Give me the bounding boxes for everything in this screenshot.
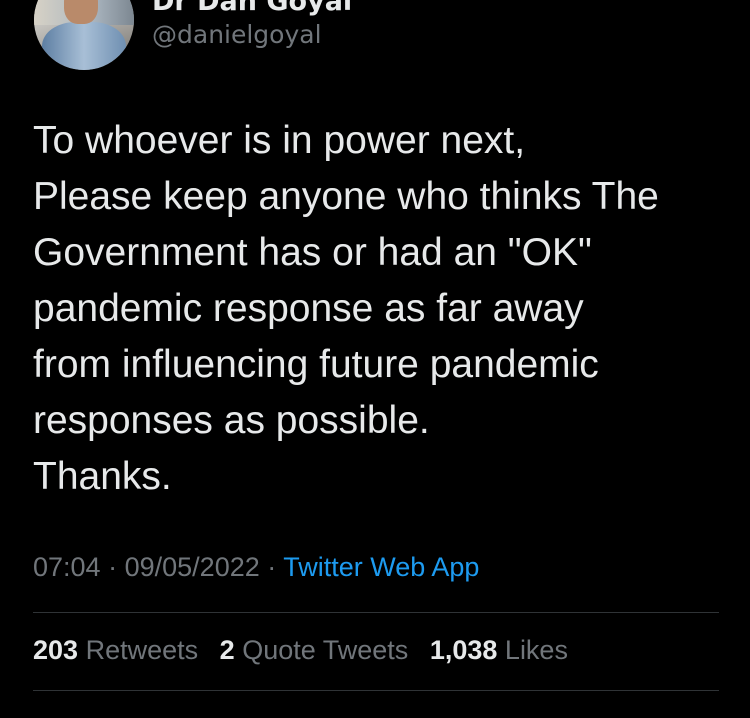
tweet-meta: 07:04 · 09/05/2022 · Twitter Web App — [33, 552, 479, 583]
tweet-line: Thanks. — [33, 455, 172, 498]
retweets-stat[interactable]: 203 Retweets — [33, 635, 198, 665]
tweet-stats: 203 Retweets 2 Quote Tweets 1,038 Likes — [33, 635, 582, 666]
tweet-text: To whoever is in power next, Please keep… — [33, 113, 723, 505]
meta-separator: · — [267, 552, 277, 582]
likes-label: Likes — [504, 635, 568, 665]
tweet-line: pandemic response as far away — [33, 287, 584, 330]
tweet-date[interactable]: 09/05/2022 — [125, 552, 260, 582]
quote-tweets-label: Quote Tweets — [242, 635, 409, 665]
meta-separator: · — [108, 552, 118, 582]
avatar-head — [64, 0, 98, 24]
quote-tweets-stat[interactable]: 2 Quote Tweets — [220, 635, 409, 665]
user-handle[interactable]: @danielgoyal — [152, 20, 322, 49]
display-name[interactable]: Dr Dan Goyal — [152, 0, 352, 17]
retweets-label: Retweets — [85, 635, 199, 665]
likes-stat[interactable]: 1,038 Likes — [430, 635, 568, 665]
tweet-time[interactable]: 07:04 — [33, 552, 101, 582]
retweets-count: 203 — [33, 635, 79, 665]
avatar-shirt — [42, 22, 126, 70]
tweet-line: responses as possible. — [33, 399, 430, 442]
avatar[interactable] — [34, 0, 134, 70]
tweet-line: Government has or had an "OK" — [33, 231, 592, 274]
likes-count: 1,038 — [429, 635, 498, 665]
tweet-source-link[interactable]: Twitter Web App — [283, 552, 479, 582]
quote-tweets-count: 2 — [219, 635, 235, 665]
tweet-line: Please keep anyone who thinks The — [33, 175, 659, 218]
more-horizontal-icon[interactable] — [682, 0, 718, 4]
tweet-line: To whoever is in power next, — [33, 119, 526, 162]
divider — [33, 690, 719, 691]
tweet-line: from influencing future pandemic — [33, 343, 599, 386]
divider — [33, 612, 719, 613]
